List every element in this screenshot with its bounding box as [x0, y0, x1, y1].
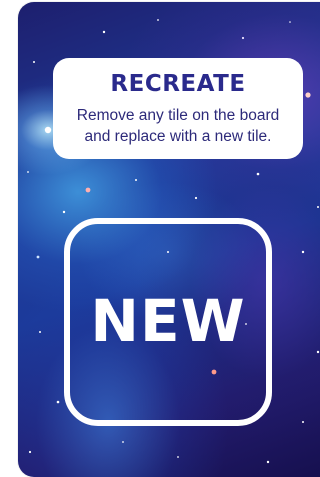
card-description-line: Remove any tile on the board — [76, 107, 280, 124]
star — [194, 196, 198, 200]
star — [44, 126, 52, 134]
action-card[interactable]: RECREATE Remove any tile on the board an… — [18, 2, 320, 477]
star — [27, 171, 29, 173]
star — [102, 30, 106, 34]
star — [302, 421, 304, 423]
star — [157, 19, 159, 21]
star — [39, 331, 41, 333]
star — [33, 61, 35, 63]
star — [56, 400, 60, 404]
new-tile-outline: NEW — [64, 218, 272, 426]
star — [256, 172, 260, 176]
star — [316, 350, 320, 354]
star — [62, 210, 66, 214]
star — [28, 450, 32, 454]
star — [305, 92, 311, 98]
new-tile-label: NEW — [90, 287, 246, 355]
star — [289, 21, 291, 23]
star — [36, 255, 40, 259]
star — [301, 250, 305, 254]
card-info-box: RECREATE Remove any tile on the board an… — [53, 58, 303, 159]
star — [122, 441, 124, 443]
star — [135, 179, 137, 181]
star — [241, 36, 245, 40]
card-description: Remove any tile on the board and replace… — [53, 105, 303, 147]
star — [177, 456, 179, 458]
star — [317, 206, 319, 208]
star — [85, 187, 91, 193]
card-title: RECREATE — [110, 71, 246, 97]
card-description-line: and replace with a new tile. — [84, 128, 272, 145]
star — [266, 460, 270, 464]
